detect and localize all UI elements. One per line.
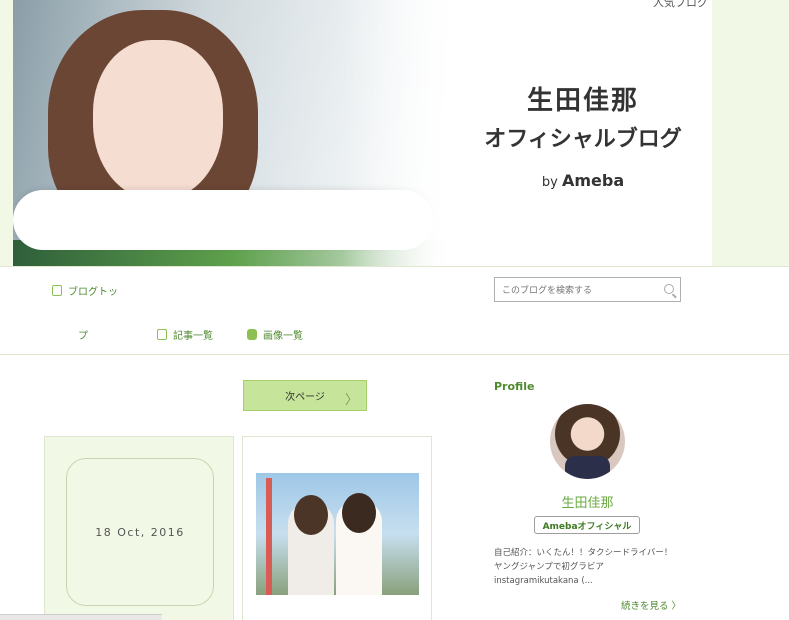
entry-thumbnail[interactable]	[256, 473, 419, 595]
page: 人気ブログ 生田佳那 オフィシャルブログ by Ameba ブログトッ プ 記事…	[0, 0, 789, 620]
blog-title[interactable]: 生田佳那 オフィシャルブログ by Ameba	[468, 80, 698, 190]
entry-date-card: 18 Oct, 2016	[44, 436, 234, 620]
nav-blog-top-label: ブログトッ	[68, 287, 118, 298]
by-text: by	[541, 175, 558, 190]
search-icon[interactable]	[664, 284, 674, 294]
entry-image-card[interactable]	[242, 436, 432, 620]
search-input[interactable]	[495, 279, 655, 303]
nav-images-label: 画像一覧	[263, 331, 303, 342]
blog-search	[494, 277, 681, 303]
profile-heading: Profile	[494, 380, 535, 393]
blog-nav: ブログトッ プ 記事一覧 画像一覧	[0, 266, 789, 355]
uniform-shape	[565, 456, 610, 479]
nav-blog-top-label-cont: プ	[78, 331, 88, 342]
head-left-shape	[294, 495, 328, 535]
header-photo	[13, 0, 453, 266]
profile-name[interactable]: 生田佳那	[494, 492, 681, 511]
photo-fade	[13, 0, 453, 266]
entry-date: 18 Oct, 2016	[66, 458, 214, 606]
popular-blog-link[interactable]: 人気ブログ	[653, 0, 708, 10]
blog-title-name: 生田佳那	[526, 86, 639, 116]
copy-icon	[157, 329, 167, 340]
chevron-right-icon: 〉	[671, 601, 682, 612]
header-banner[interactable]: 人気ブログ 生田佳那 オフィシャルブログ by Ameba	[13, 0, 712, 266]
nav-blog-top[interactable]: ブログトッ	[52, 283, 118, 298]
chevron-right-icon: 〉	[344, 393, 358, 408]
next-page-button[interactable]: 次ページ 〉	[243, 380, 367, 411]
blog-title-subtitle: オフィシャルブログ	[484, 127, 682, 152]
next-page-label: 次ページ	[285, 392, 325, 403]
read-more-link[interactable]: 続きを見る 〉	[621, 598, 681, 612]
camera-icon	[247, 329, 257, 340]
nav-articles-label: 記事一覧	[173, 331, 213, 342]
ameba-logo: Ameba	[561, 171, 625, 190]
profile-avatar[interactable]	[550, 404, 625, 479]
head-right-shape	[342, 493, 376, 533]
profile-intro: 自己紹介：いくたん！！タクシードライバー！ ヤングジャンプで初グラビア inst…	[494, 548, 673, 586]
nav-articles[interactable]: 記事一覧	[157, 327, 213, 342]
status-bar	[0, 614, 162, 620]
pole-shape	[266, 478, 272, 595]
official-badge: Amebaオフィシャル	[534, 516, 640, 534]
blog-header: 人気ブログ 生田佳那 オフィシャルブログ by Ameba	[0, 0, 789, 266]
notebook-icon	[52, 285, 62, 296]
nav-images[interactable]: 画像一覧	[247, 327, 303, 342]
by-ameba: by Ameba	[468, 171, 698, 190]
nav-blog-top-wrap[interactable]: プ	[78, 327, 88, 342]
read-more-label: 続きを見る	[621, 601, 669, 612]
